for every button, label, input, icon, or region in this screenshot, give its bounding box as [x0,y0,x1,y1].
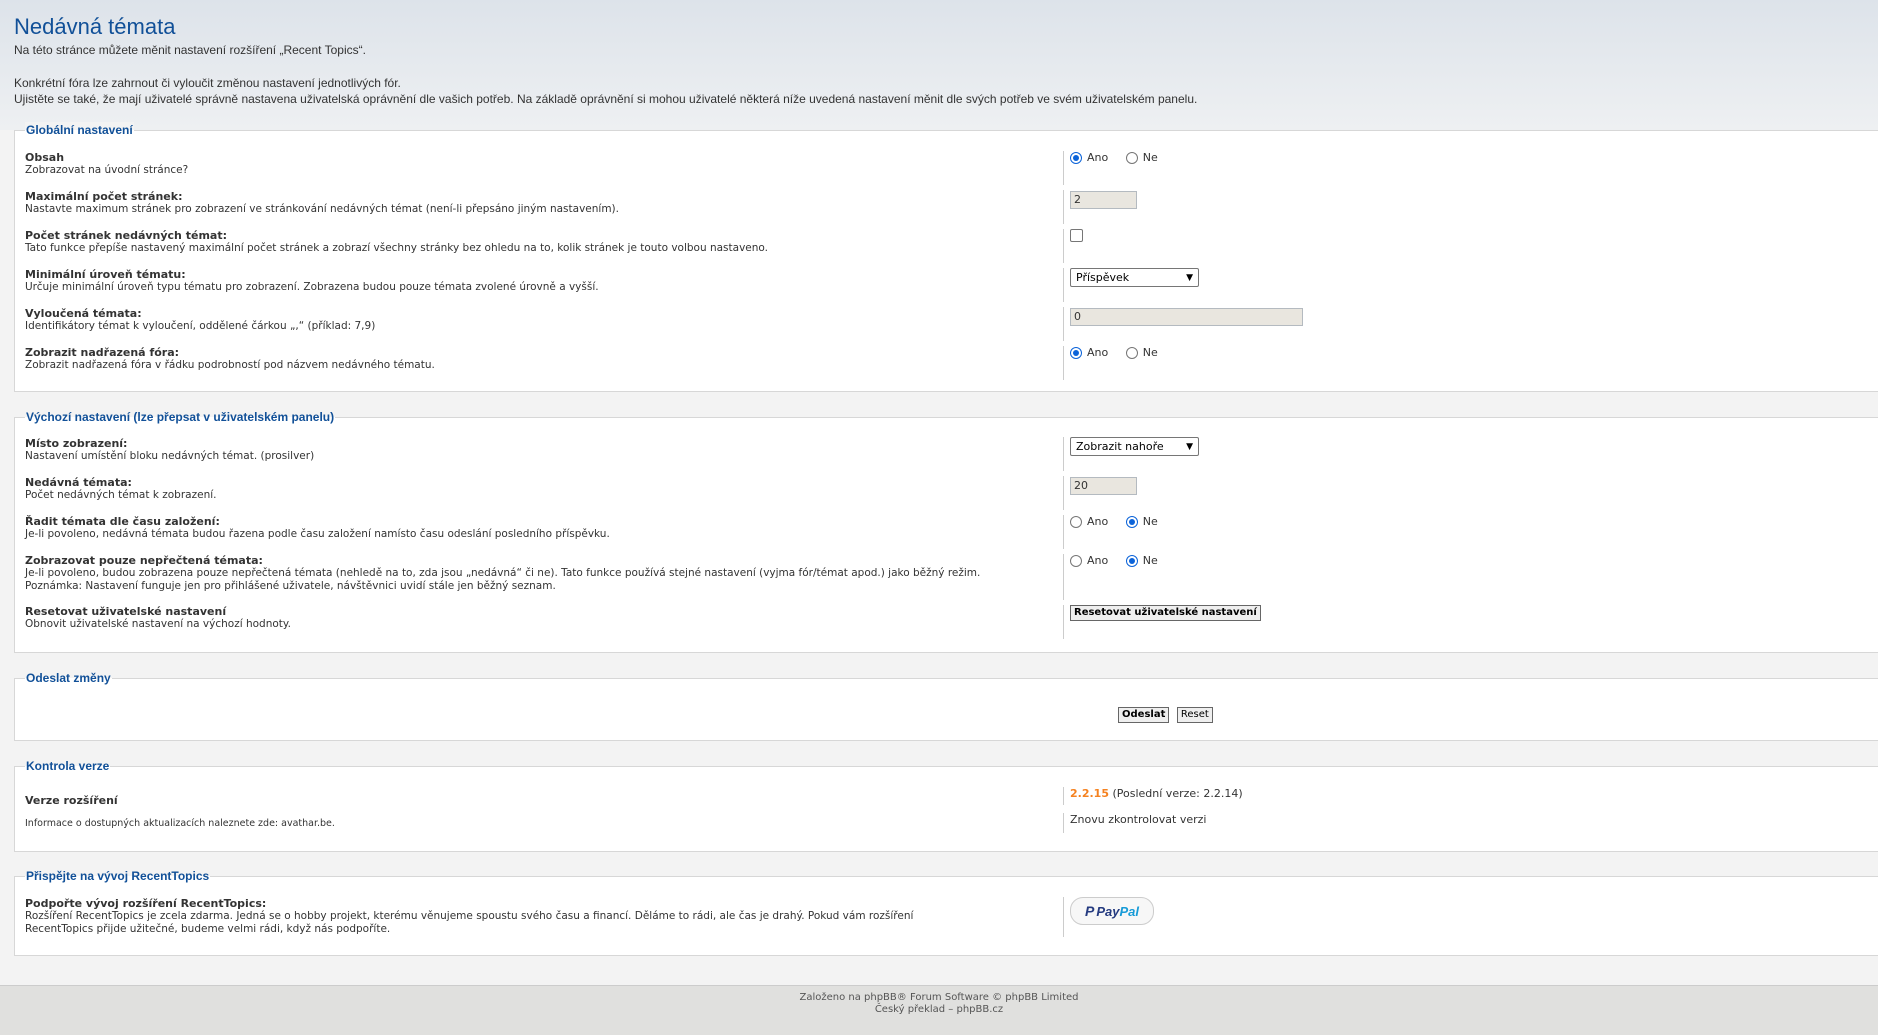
page-title: Nedávná témata [14,14,176,39]
count-desc: Počet nedávných témat k zobrazení. [25,489,217,501]
reset-user-settings-button[interactable]: Resetovat uživatelské nastavení [1070,605,1261,621]
intro-line-1: Na této stránce můžete měnit nastavení r… [14,43,366,57]
max-pages-input[interactable]: 2 [1070,191,1137,209]
location-title: Místo zobrazení: [25,437,128,450]
donate-title: Podpořte vývoj rozšíření RecentTopics: [25,897,267,910]
obsah-radio-yes[interactable]: Ano [1070,151,1108,164]
excluded-desc: Identifikátory témat k vyloučení, odděle… [25,320,376,332]
reset-control: Resetovat uživatelské nastavení [1063,605,1261,639]
obsah-radio-no[interactable]: Ne [1125,151,1158,164]
count-control: 20 [1063,476,1137,510]
radio-checked-icon [1070,346,1082,359]
unread-radio-yes[interactable]: Ano [1070,554,1108,567]
obsah-control: Ano Ne [1063,151,1172,185]
unread-radio-no[interactable]: Ne [1125,554,1158,567]
sort-radio-no[interactable]: Ne [1125,515,1158,528]
all-pages-control [1063,229,1083,263]
sort-desc: Je-li povoleno, nedávná témata budou řaz… [25,528,610,540]
radio-checked-icon [1125,515,1138,528]
parent-radio-no[interactable]: Ne [1125,346,1158,359]
submit-buttons: Odeslat Reset [1118,707,1213,723]
latest-version: (Poslední verze: 2.2.14) [1112,787,1243,800]
max-pages-title: Maximální počet stránek: [25,190,183,203]
default-settings-fieldset: Výchozí nastavení (lze přepsat v uživate… [14,409,1878,653]
paypal-button[interactable]: P Pay Pal [1070,897,1154,925]
excluded-control: 0 [1063,307,1303,341]
excluded-title: Vyloučená témata: [25,307,142,320]
parent-radio-yes[interactable]: Ano [1070,346,1108,359]
submit-fieldset: Odeslat změny Odeslat Reset [14,670,1878,741]
all-pages-desc: Tato funkce přepíše nastavený maximální … [25,242,768,254]
min-level-control: Příspěvek ▼ [1063,268,1199,302]
footer: Založeno na phpBB® Forum Software © phpB… [0,985,1878,1035]
sort-control: Ano Ne [1063,515,1172,549]
radio-checked-icon [1125,554,1138,567]
obsah-title: Obsah [25,151,65,164]
version-title: Verze rozšíření [25,794,118,807]
min-level-title: Minimální úroveň tématu: [25,268,186,281]
reset-button[interactable]: Reset [1176,707,1213,723]
parent-title: Zobrazit nadřazená fóra: [25,346,180,359]
radio-checked-icon [1070,151,1082,164]
max-pages-desc: Nastavte maximum stránek pro zobrazení v… [25,203,619,215]
radio-unchecked-icon [1070,515,1082,528]
version-legend: Kontrola verze [25,758,111,774]
global-settings-legend: Globální nastavení [25,122,134,138]
excluded-input[interactable]: 0 [1070,308,1303,326]
unread-desc-2: Poznámka: Nastavení funguje jen pro přih… [25,579,556,592]
radio-unchecked-icon [1125,151,1138,164]
count-title: Nedávná témata: [25,476,132,489]
intro-line-3: Ujistěte se také, že mají uživatelé sprá… [14,92,1198,106]
unread-title: Zobrazovat pouze nepřečtená témata: [25,554,263,567]
version-info: Informace o dostupných aktualizacích nal… [25,818,335,829]
submit-button[interactable]: Odeslat [1118,707,1170,723]
all-pages-checkbox[interactable] [1070,229,1083,242]
obsah-desc: Zobrazovat na úvodní stránce? [25,164,189,176]
all-pages-title: Počet stránek nedávných témat: [25,229,227,242]
reset-desc: Obnovit uživatelské nastavení na výchozí… [25,618,291,630]
default-settings-legend: Výchozí nastavení (lze přepsat v uživate… [25,409,336,425]
paypal-logo-icon: P [1085,903,1095,919]
parent-control: Ano Ne [1063,346,1172,380]
donate-fieldset: Přispějte na vývoj RecentTopics Podpořte… [14,868,1878,956]
sort-radio-yes[interactable]: Ano [1070,515,1108,528]
location-desc: Nastavení umístění bloku nedávných témat… [25,450,315,462]
header-band [0,0,1878,130]
location-control: Zobrazit nahoře ▼ [1063,437,1199,471]
donate-legend: Přispějte na vývoj RecentTopics [25,868,211,884]
parent-desc: Zobrazit nadřazená fóra v řádku podrobno… [25,359,435,371]
donate-desc-1: Rozšíření RecentTopics je zcela zdarma. … [25,910,914,922]
reset-title: Resetovat uživatelské nastavení [25,605,227,618]
footer-line-2: Český překlad – phpBB.cz [874,1004,1004,1015]
version-control: 2.2.15 (Poslední verze: 2.2.14) [1063,787,1243,805]
min-level-desc: Určuje minimální úroveň typu tématu pro … [25,281,599,293]
min-level-select[interactable]: Příspěvek ▼ [1070,268,1199,287]
footer-line-1: Založeno na phpBB® Forum Software © phpB… [799,992,1079,1003]
intro-line-2: Konkrétní fóra lze zahrnout či vyloučit … [14,76,401,90]
global-settings-fieldset: Globální nastavení Obsah Zobrazovat na ú… [14,122,1878,392]
submit-legend: Odeslat změny [25,670,112,686]
chevron-down-icon: ▼ [1186,441,1193,452]
donate-desc-2: RecentTopics přijde užitečné, budeme vel… [25,922,391,935]
max-pages-control: 2 [1063,190,1137,224]
sort-title: Řadit témata dle času založení: [25,515,220,528]
version-fieldset: Kontrola verze Verze rozšíření 2.2.15 (P… [14,758,1878,852]
radio-unchecked-icon [1125,346,1138,359]
chevron-down-icon: ▼ [1186,272,1193,283]
location-select[interactable]: Zobrazit nahoře ▼ [1070,437,1199,456]
recheck-version-link[interactable]: Znovu zkontrolovat verzi [1070,813,1206,826]
radio-unchecked-icon [1070,554,1082,567]
unread-desc-1: Je-li povoleno, budou zobrazena pouze ne… [25,567,981,579]
unread-control: Ano Ne [1063,554,1172,600]
count-input[interactable]: 20 [1070,477,1137,495]
current-version: 2.2.15 [1070,787,1109,800]
